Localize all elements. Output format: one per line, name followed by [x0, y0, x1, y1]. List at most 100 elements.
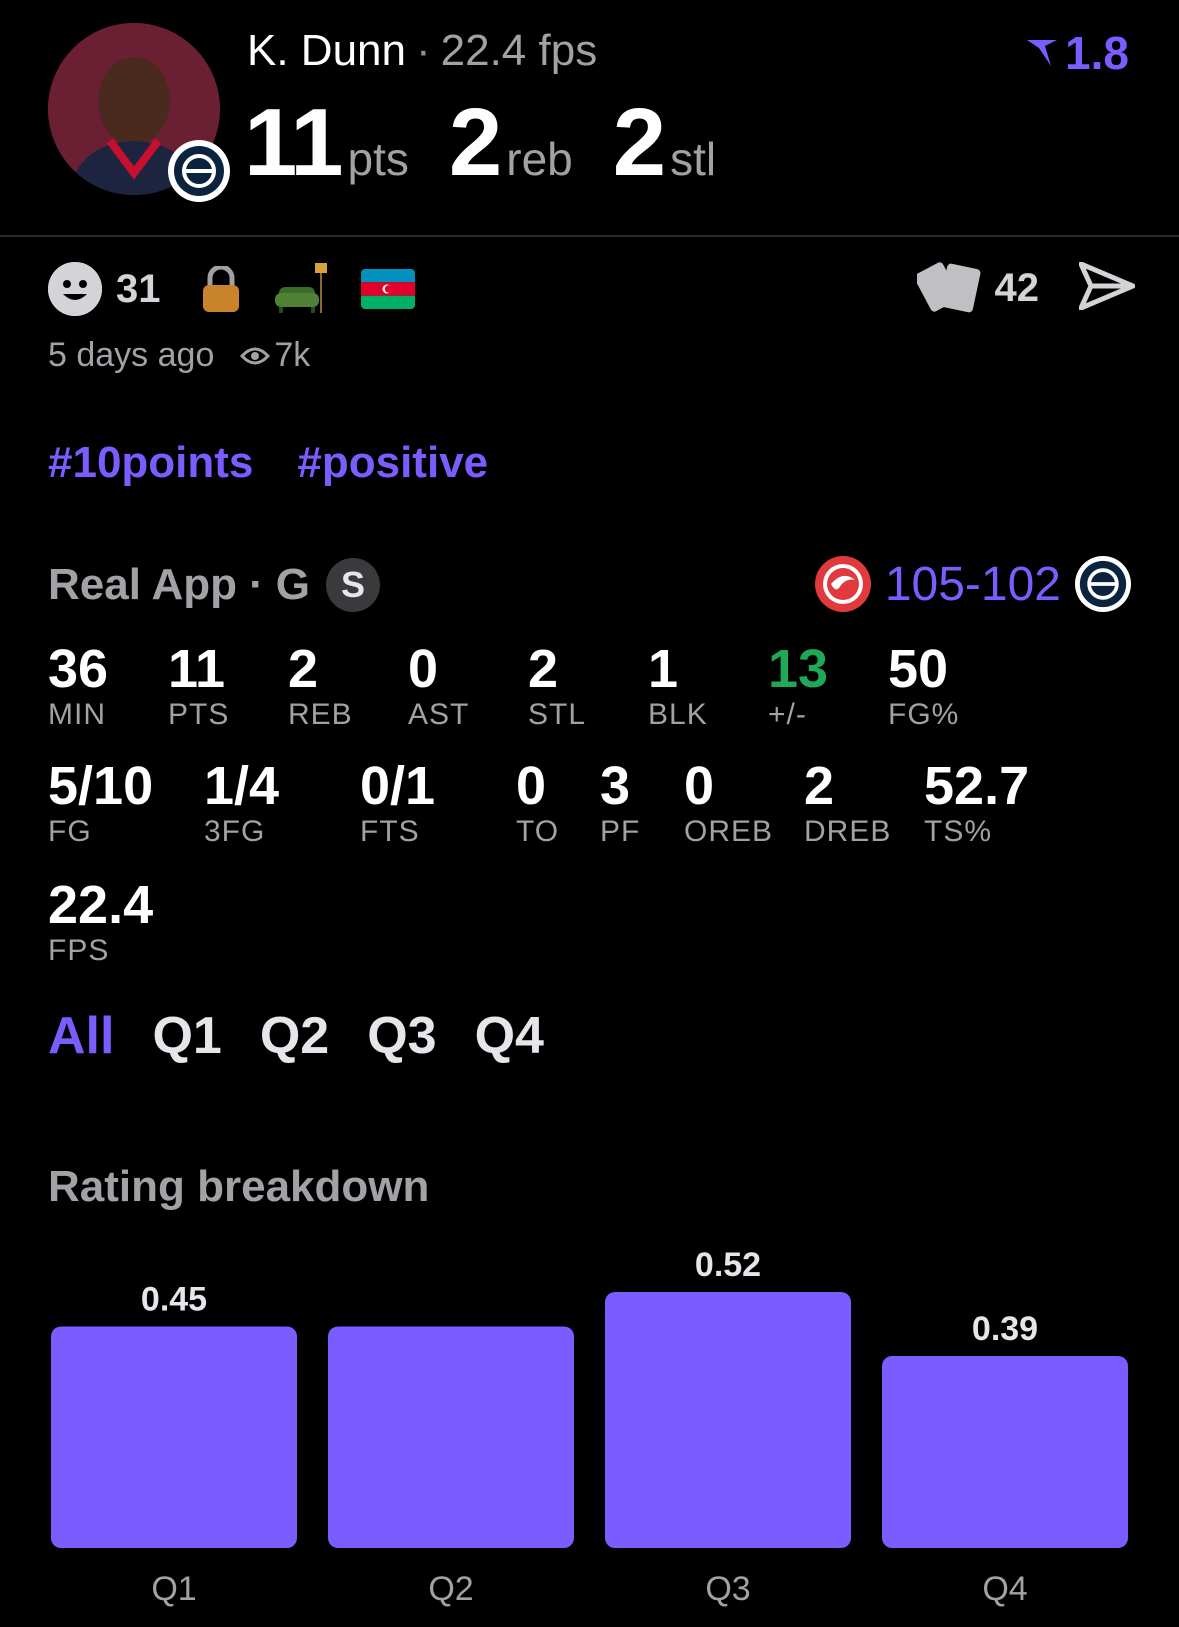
cards-count: 42 [994, 266, 1040, 310]
smiley-icon[interactable] [48, 262, 102, 316]
rating-breakdown-chart: 0.45 Q1 Q2 0.52 Q3 0.39 Q4 [51, 1246, 1128, 1608]
tab-all[interactable]: All [48, 1006, 114, 1066]
game-score[interactable]: 105-102 [814, 556, 1131, 612]
couch-lamp-icon [274, 263, 331, 315]
stat-min: 36 MIN [48, 640, 108, 732]
eye-icon [240, 347, 271, 364]
stat-reb: 2 REB [288, 640, 353, 732]
player-name-row: K. Dunn · 22.4 fps [247, 26, 598, 75]
bar-q3[interactable] [605, 1292, 851, 1548]
stat-oreb: 0 OREB [684, 757, 773, 849]
stat-value: 1 [648, 639, 679, 699]
stat-label: +/- [768, 698, 807, 731]
stat-stl: 2 STL [528, 640, 586, 732]
stat-value: 50 [888, 639, 949, 699]
actions-row: 42 [913, 258, 1136, 319]
stat-label: BLK [648, 698, 708, 731]
stat-value: 11 [168, 639, 226, 699]
stat-dreb: 2 DREB [804, 757, 891, 849]
headline-value: 2 [612, 89, 666, 196]
player-fps: 22.4 fps [440, 26, 598, 75]
stat-label: 3FG [204, 815, 266, 848]
tab-q4[interactable]: Q4 [475, 1006, 544, 1066]
stat-label: MIN [48, 698, 106, 731]
stat-fg: 5/10 FG [48, 757, 153, 849]
rating-value: 1.8 [1065, 27, 1129, 79]
starter-badge: S [325, 558, 380, 612]
stat-label: REB [288, 698, 353, 731]
stat-ts-pct: 52.7 TS% [924, 757, 1029, 849]
tab-q3[interactable]: Q3 [367, 1006, 436, 1066]
player-name[interactable]: K. Dunn [247, 26, 406, 75]
headline-stats: 11 pts 2 reb 2 stl [244, 88, 756, 198]
hawks-logo-icon [814, 556, 871, 612]
stat-label: TS% [924, 815, 993, 848]
stat-plus-minus: 13 +/- [768, 640, 828, 732]
stat-3fg: 1/4 3FG [204, 757, 279, 849]
bar-value-label: 0.45 [141, 1280, 207, 1318]
stat-fg-pct: 50 FG% [888, 640, 959, 732]
score-separator: - [964, 557, 981, 611]
stat-label: FPS [48, 934, 110, 967]
bar-value-label: 0.52 [695, 1246, 761, 1284]
hashtag-link[interactable]: #10points [48, 438, 253, 487]
stat-value: 1/4 [204, 756, 280, 816]
category-label: Q1 [151, 1570, 196, 1608]
team-logo-icon [168, 140, 230, 202]
stat-value: 2 [804, 756, 835, 816]
team-logo-icon [1075, 556, 1131, 612]
stat-label: AST [408, 698, 470, 731]
headline-unit: reb [506, 133, 573, 185]
stat-value: 13 [768, 639, 829, 699]
source-name: Real App [48, 560, 238, 609]
hashtags: #10points #positive [48, 438, 532, 488]
stat-value: 22.4 [48, 875, 154, 935]
post-meta: 5 days ago 7k [48, 336, 310, 375]
stat-label: TO [516, 815, 560, 848]
game-source: Real App · G S [48, 558, 380, 612]
stat-to: 0 TO [516, 757, 559, 849]
posted-time: 5 days ago [48, 336, 215, 374]
divider [0, 235, 1179, 237]
stat-label: FTS [360, 815, 420, 848]
bar-q2[interactable] [328, 1326, 574, 1548]
stat-value: 3 [600, 756, 631, 816]
lock-icon [201, 264, 241, 312]
rating-arrow-icon [1027, 40, 1058, 66]
stat-value: 5/10 [48, 756, 154, 816]
stat-pf: 3 PF [600, 757, 640, 849]
stat-fps: 22.4 FPS [48, 876, 153, 968]
category-label: Q4 [982, 1570, 1027, 1608]
cards-icon[interactable] [913, 258, 985, 319]
category-label: Q2 [428, 1570, 473, 1608]
tab-q2[interactable]: Q2 [260, 1006, 329, 1066]
headline-unit: stl [670, 133, 717, 185]
stat-label: DREB [804, 815, 892, 848]
stat-label: FG% [888, 698, 960, 731]
stat-label: PTS [168, 698, 230, 731]
bar-q1[interactable] [51, 1326, 297, 1548]
stat-label: OREB [684, 815, 774, 848]
bar-q4[interactable] [882, 1356, 1128, 1548]
stat-blk: 1 BLK [648, 640, 708, 732]
headline-value: 2 [448, 89, 502, 196]
category-label: Q3 [705, 1570, 750, 1608]
views-count: 7k [274, 336, 311, 374]
stat-pts: 11 PTS [168, 640, 229, 732]
views: 7k [240, 336, 310, 375]
rating-badge[interactable]: 1.8 [1025, 26, 1129, 80]
reactions-count: 31 [116, 266, 161, 311]
score-home: 105 [884, 557, 965, 611]
stat-value: 0 [516, 756, 547, 816]
stat-value: 0 [408, 639, 439, 699]
position: G [275, 560, 310, 609]
stat-label: PF [600, 815, 641, 848]
period-tabs: All Q1 Q2 Q3 Q4 [48, 1006, 544, 1066]
hashtag-link[interactable]: #positive [297, 438, 488, 487]
rating-breakdown-title: Rating breakdown [48, 1162, 430, 1211]
stat-label: STL [528, 698, 587, 731]
tab-q1[interactable]: Q1 [152, 1006, 221, 1066]
send-icon[interactable] [1078, 261, 1136, 315]
stat-value: 2 [528, 639, 559, 699]
stat-value: 52.7 [924, 756, 1030, 816]
